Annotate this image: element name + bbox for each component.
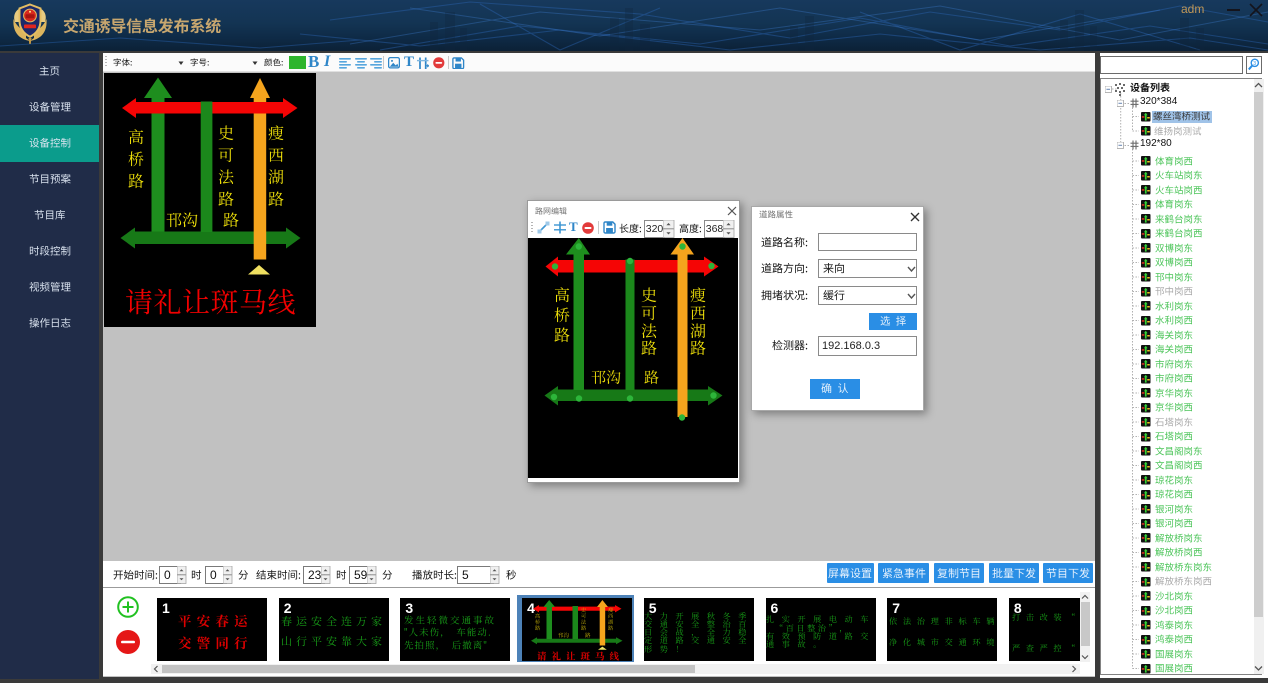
svg-text:3: 3	[1253, 61, 1256, 67]
